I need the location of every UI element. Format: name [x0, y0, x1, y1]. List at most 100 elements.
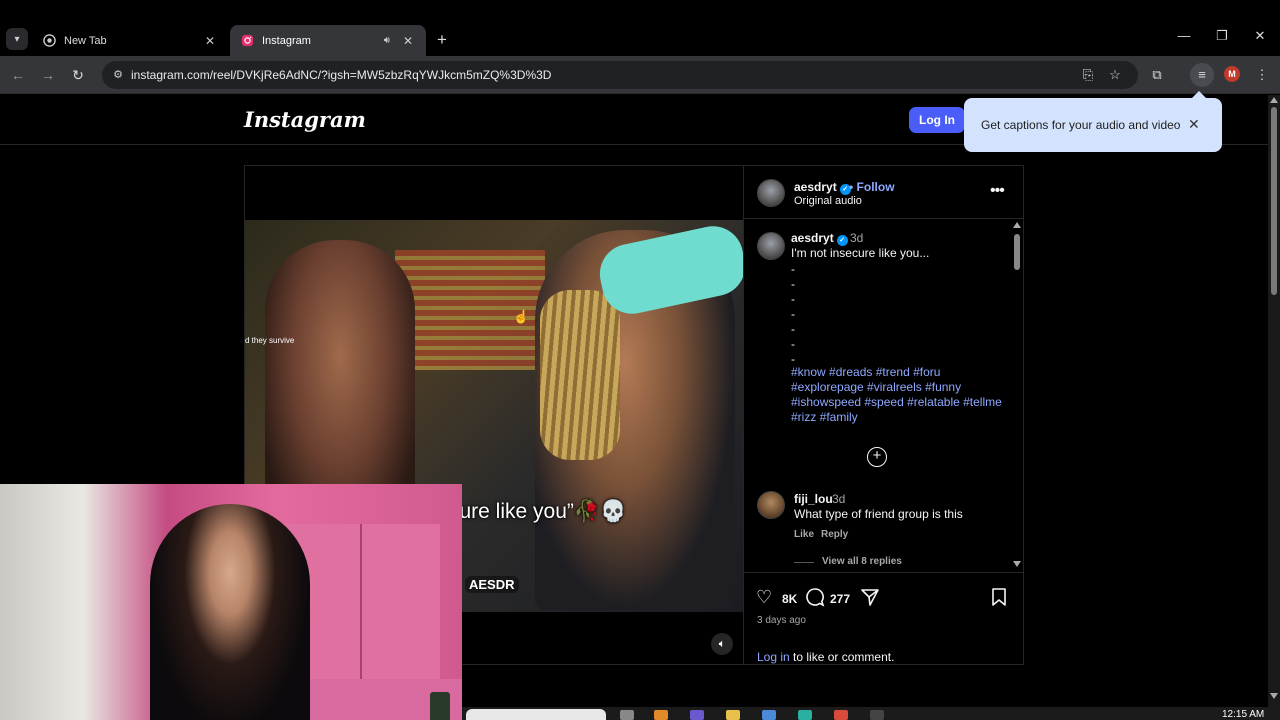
post-date: 3 days ago: [757, 615, 806, 626]
heart-icon[interactable]: ♡: [756, 587, 772, 608]
url-text[interactable]: instagram.com/reel/DVKjRe6AdNC/?igsh=MW5…: [131, 68, 551, 82]
tab-search-button[interactable]: ▾: [6, 28, 28, 50]
bookmark-star-icon[interactable]: ☆: [1107, 67, 1123, 83]
captions-message: Get captions for your audio and video: [981, 118, 1181, 132]
live-captions-icon[interactable]: ≡: [1190, 63, 1214, 87]
load-more-comments-icon[interactable]: +: [867, 447, 887, 467]
app-icon[interactable]: [654, 710, 668, 720]
login-link[interactable]: Log in: [757, 650, 790, 664]
restore-icon[interactable]: ❐: [1212, 28, 1232, 44]
mouse-cursor-icon: ☝: [513, 309, 530, 324]
instagram-logo[interactable]: Instagram: [244, 107, 366, 132]
video-small-caption: d they survive: [245, 336, 295, 345]
avatar[interactable]: [757, 491, 785, 519]
caption-dash: -: [791, 292, 795, 306]
comments-count[interactable]: 277: [830, 592, 850, 606]
close-tab-icon[interactable]: ✕: [202, 34, 218, 48]
scroll-down-icon[interactable]: [1270, 693, 1278, 699]
post-actions: ♡ 8K 277 3 days ago Log in to like or co…: [744, 572, 1023, 666]
tab-new-tab[interactable]: New Tab ✕: [32, 25, 228, 56]
taskbar-search[interactable]: [466, 709, 606, 720]
install-app-icon[interactable]: ⎘: [1080, 67, 1096, 83]
page-scrollbar[interactable]: [1268, 95, 1280, 707]
scroll-down-icon[interactable]: [1013, 561, 1021, 567]
chevron-down-icon: ▾: [14, 33, 20, 45]
login-button[interactable]: Log In: [909, 107, 965, 133]
caption-username[interactable]: aesdryt ✓: [791, 231, 848, 246]
comment-age: 3d: [832, 492, 846, 506]
speaker-icon[interactable]: 🔊︎: [384, 35, 390, 46]
scroll-up-icon[interactable]: [1013, 222, 1021, 228]
caption-dash: -: [791, 262, 795, 276]
video-person-dreads: [540, 290, 620, 460]
webcam-person: [150, 504, 310, 720]
taskbar-clock: 12:15 AM: [1222, 709, 1265, 720]
bookmark-icon[interactable]: [990, 587, 1008, 612]
replies-divider: [794, 562, 814, 563]
profile-avatar[interactable]: M: [1224, 66, 1240, 82]
caption-dash: -: [791, 322, 795, 336]
back-icon[interactable]: ←: [8, 65, 28, 85]
comment-username[interactable]: fiji_lou: [794, 492, 833, 506]
comment-icon[interactable]: [805, 587, 825, 612]
reload-icon[interactable]: ↻: [68, 65, 88, 85]
share-icon[interactable]: [860, 587, 880, 612]
username-text[interactable]: aesdryt: [794, 180, 837, 194]
comment-text: What type of friend group is this: [794, 507, 963, 521]
title-bar: [0, 0, 1280, 22]
video-watermark: AESDR: [465, 576, 519, 593]
address-bar[interactable]: ⚙︎ instagram.com/reel/DVKjRe6AdNC/?igsh=…: [102, 61, 1138, 89]
caption-text: I'm not insecure like you...: [791, 246, 930, 260]
instagram-icon: [240, 34, 254, 48]
forward-icon[interactable]: →: [38, 65, 58, 85]
minimize-icon[interactable]: —: [1174, 28, 1194, 43]
more-options-icon[interactable]: •••: [990, 182, 1005, 200]
caption-dash: -: [791, 337, 795, 351]
view-replies-button[interactable]: View all 8 replies: [822, 556, 902, 567]
follow-button[interactable]: • Follow: [849, 180, 895, 194]
avatar[interactable]: [757, 179, 785, 207]
caption-dash: -: [791, 307, 795, 321]
comment-like-button[interactable]: Like: [794, 529, 814, 540]
likes-count[interactable]: 8K: [782, 592, 797, 606]
extensions-icon[interactable]: ⧉: [1145, 63, 1169, 87]
app-icon[interactable]: [762, 710, 776, 720]
post-username[interactable]: aesdryt ✓: [794, 180, 851, 195]
caption-hashtags[interactable]: #know #dreads #trend #foru #explorepage …: [791, 365, 1006, 425]
edge-icon[interactable]: [798, 710, 812, 720]
webcam-phone: [430, 692, 450, 720]
caption-dash: -: [791, 352, 795, 366]
tab-instagram[interactable]: Instagram 🔊︎ ✕: [230, 25, 426, 56]
close-popup-icon[interactable]: ✕: [1188, 116, 1200, 133]
app-icon[interactable]: [690, 710, 704, 720]
browser-menu-icon[interactable]: ⋮: [1250, 63, 1274, 87]
volume-icon[interactable]: 🔈︎: [711, 633, 733, 655]
captions-popup: Get captions for your audio and video ✕: [964, 91, 1222, 152]
new-tab-button[interactable]: +: [434, 30, 450, 50]
scrollbar-thumb[interactable]: [1271, 107, 1277, 295]
caption-dash: -: [791, 277, 795, 291]
close-tab-icon[interactable]: ✕: [400, 34, 416, 48]
taskview-icon[interactable]: [620, 710, 634, 720]
scroll-up-icon[interactable]: [1270, 97, 1278, 103]
audio-label[interactable]: Original audio: [794, 195, 862, 207]
chrome-icon: [42, 34, 56, 48]
site-info-icon[interactable]: ⚙︎: [110, 67, 126, 83]
comment-reply-button[interactable]: Reply: [821, 529, 848, 540]
login-suffix: to like or comment.: [789, 650, 895, 664]
username-text[interactable]: aesdryt: [791, 231, 834, 245]
browser-tabstrip: ▾ New Tab ✕ Instagram 🔊︎ ✕ + — ❐ ✕: [0, 0, 1280, 56]
window-close-icon[interactable]: ✕: [1250, 28, 1270, 44]
chrome-taskbar-icon[interactable]: [834, 710, 848, 720]
comments-scrollbar[interactable]: [1011, 220, 1023, 572]
post-header: aesdryt ✓ • Follow Original audio •••: [744, 166, 1023, 219]
login-prompt: Log in to like or comment.: [757, 650, 894, 664]
follow-label[interactable]: Follow: [857, 180, 895, 194]
file-explorer-icon[interactable]: [726, 710, 740, 720]
comments-section: aesdryt ✓ 3d I'm not insecure like you...…: [744, 220, 1023, 572]
app-icon[interactable]: [870, 710, 884, 720]
os-taskbar: 12:15 AM: [462, 707, 1280, 720]
avatar[interactable]: [757, 232, 785, 260]
scrollbar-thumb[interactable]: [1014, 234, 1020, 270]
post-panel: aesdryt ✓ • Follow Original audio ••• aes…: [744, 165, 1024, 665]
